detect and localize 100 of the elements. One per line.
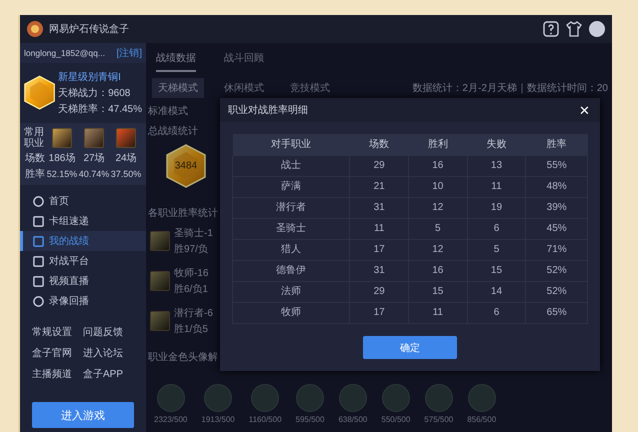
table-cell: 法师	[232, 282, 350, 302]
tab[interactable]: 战绩数据	[156, 51, 196, 72]
table-cell: 潜行者	[232, 198, 350, 218]
portrait-count: 1160/500	[248, 415, 282, 424]
tab[interactable]: 战斗回顾	[224, 51, 264, 72]
games-count: 27场	[83, 152, 105, 165]
table-cell: 6	[467, 302, 526, 324]
nav-item[interactable]: 对战平台	[20, 251, 146, 271]
class-icon	[150, 231, 170, 251]
table-cell: 13	[467, 156, 526, 176]
nav-item[interactable]: 我的战绩	[20, 231, 146, 251]
table-cell: 29	[350, 156, 408, 176]
portrait-placeholder	[468, 384, 496, 412]
column-header: 失败	[467, 134, 526, 156]
winrate-label: 胜率	[25, 168, 45, 181]
class-winrate: 37.50%	[110, 169, 142, 179]
table-cell: 12	[408, 198, 468, 218]
class-record: 胜1/负5	[174, 322, 209, 336]
play-button[interactable]: 进入游戏	[32, 402, 134, 428]
rank-badge-icon	[24, 75, 56, 111]
portrait-count: 2323/500	[154, 415, 188, 424]
table-cell: 战士	[232, 156, 350, 176]
shirt-icon[interactable]	[565, 20, 583, 38]
table-cell: 猎人	[232, 240, 350, 260]
logo-icon	[26, 20, 44, 38]
games-count: 24场	[115, 152, 137, 165]
dialog-title: 职业对战胜率明细	[228, 104, 308, 117]
class-icon	[150, 311, 170, 331]
portrait-placeholder	[156, 384, 185, 412]
score-badge-icon	[166, 144, 206, 188]
format-label: 标准模式	[147, 104, 188, 118]
table-cell: 11	[467, 176, 526, 198]
portrait-placeholder	[338, 384, 367, 412]
sidebar-link[interactable]: 问题反馈	[83, 325, 134, 339]
table-cell: 17	[350, 302, 408, 324]
class-record: 胜97/负	[174, 242, 209, 256]
table-cell: 萨满	[232, 176, 350, 198]
table-cell: 15	[467, 260, 526, 282]
stats-note: 数据统计：2月-2月天梯｜数据统计时间：20	[412, 82, 609, 95]
table-cell: 6	[467, 218, 526, 240]
games-count: 186场	[48, 152, 76, 165]
portrait-placeholder	[251, 384, 280, 412]
close-button[interactable]: ✕	[577, 102, 592, 118]
portrait-count: 638/500	[338, 415, 368, 424]
nav-icon	[33, 236, 44, 246]
column-header: 胜率	[526, 134, 588, 156]
table-cell: 11	[408, 302, 468, 324]
ok-button[interactable]: 确定	[363, 336, 457, 359]
column-header: 对手职业	[232, 134, 350, 156]
table-cell: 45%	[526, 218, 588, 240]
table-cell: 15	[408, 282, 468, 302]
table-cell: 29	[350, 282, 408, 302]
portrait-count: 550/500	[381, 415, 410, 424]
table-cell: 55%	[526, 156, 588, 176]
nav-item[interactable]: 卡组速递	[20, 211, 146, 231]
section-heading: 各职业胜率统计	[147, 206, 218, 220]
help-icon[interactable]	[542, 20, 560, 38]
nav-icon	[33, 216, 44, 226]
sidebar-link[interactable]: 进入论坛	[83, 346, 134, 360]
class-icon	[150, 271, 170, 291]
column-header: 胜利	[408, 134, 468, 156]
table-cell: 11	[350, 218, 408, 240]
table-cell: 19	[467, 198, 526, 218]
sidebar-link[interactable]: 主播频道	[32, 367, 83, 381]
portrait-count: 575/500	[424, 415, 454, 424]
portrait-placeholder	[424, 384, 453, 412]
class-icon	[116, 128, 136, 148]
window-title: 网易炉石传说盒子	[49, 22, 129, 36]
nav-icon	[33, 276, 44, 286]
table-cell: 52%	[526, 260, 588, 282]
mode-tab[interactable]: 竞技模式	[284, 78, 336, 98]
portrait-placeholder	[204, 384, 232, 412]
sidebar-link[interactable]: 盒子官网	[32, 346, 83, 360]
table-cell: 17	[350, 240, 408, 260]
table-cell: 16	[408, 156, 468, 176]
logout-link[interactable]: [注销]	[116, 46, 142, 60]
section-heading: 总战绩统计	[147, 124, 198, 138]
section-heading: 职业金色头像解	[147, 350, 218, 364]
sidebar-link[interactable]: 常规设置	[32, 325, 83, 339]
nav-item[interactable]: 首页	[20, 191, 146, 211]
avatar-icon[interactable]	[588, 20, 606, 38]
column-header: 场数	[350, 134, 408, 156]
rank-name: 新星级别青铜I	[58, 70, 122, 84]
nav-item[interactable]: 录像回播	[20, 291, 146, 311]
table-cell: 39%	[526, 198, 588, 218]
table-cell: 德鲁伊	[232, 260, 350, 282]
ladder-winrate: 天梯胜率：47.45%	[58, 102, 142, 116]
mode-tab[interactable]: 天梯模式	[152, 78, 204, 98]
class-winrate: 40.74%	[78, 169, 110, 179]
mode-tab[interactable]: 休闲模式	[218, 78, 270, 98]
portrait-placeholder	[296, 384, 324, 412]
nav-icon	[33, 256, 44, 266]
class-name: 潜行者-6	[174, 306, 213, 320]
table-cell: 10	[408, 176, 468, 198]
sidebar-link[interactable]: 盒子APP	[83, 367, 134, 381]
nav-icon	[33, 196, 44, 206]
nav-item[interactable]: 视频直播	[20, 271, 146, 291]
table-cell: 52%	[526, 282, 588, 302]
table-cell: 16	[408, 260, 468, 282]
class-icon	[52, 128, 72, 148]
